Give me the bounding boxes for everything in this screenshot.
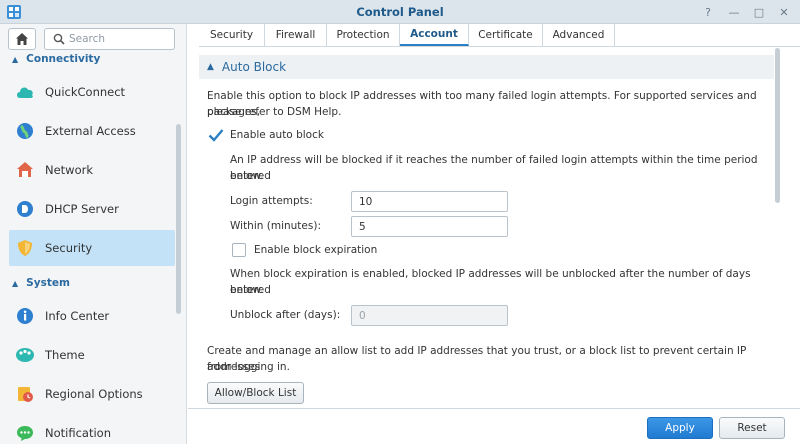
- sidebar-item-external-access[interactable]: External Access: [9, 113, 175, 149]
- info-icon: [15, 306, 35, 326]
- sidebar-item-quickconnect[interactable]: QuickConnect: [9, 74, 175, 110]
- threshold-note: below.: [230, 170, 264, 182]
- tab-protection[interactable]: Protection: [327, 24, 400, 46]
- title-bar: Control Panel ? — □ ✕: [0, 0, 800, 24]
- sidebar-item-network[interactable]: Network: [9, 152, 175, 188]
- chat-bubble-icon: [15, 423, 35, 443]
- sidebar-item-security[interactable]: Security: [9, 230, 175, 266]
- close-button[interactable]: ✕: [776, 4, 792, 20]
- sidebar-item-theme[interactable]: Theme: [9, 337, 175, 373]
- cloud-icon: [15, 82, 35, 102]
- tab-firewall[interactable]: Firewall: [265, 24, 327, 46]
- auto-block-panel: ▲ Auto Block Enable this option to block…: [199, 48, 774, 408]
- maximize-button[interactable]: □: [751, 4, 767, 20]
- sidebar-item-info-center[interactable]: Info Center: [9, 298, 175, 334]
- expiration-note: When block expiration is enabled, blocke…: [230, 268, 751, 296]
- unblock-after-label: Unblock after (days):: [230, 309, 341, 321]
- reset-button[interactable]: Reset: [719, 417, 785, 439]
- tab-certificate[interactable]: Certificate: [469, 24, 543, 46]
- apply-button[interactable]: Apply: [647, 417, 713, 439]
- allow-block-note: from logging in.: [207, 361, 290, 373]
- window-title: Control Panel: [356, 5, 444, 19]
- tab-advanced[interactable]: Advanced: [543, 24, 615, 46]
- shield-icon: [15, 238, 35, 258]
- section-title: Auto Block: [221, 60, 287, 74]
- within-minutes-input[interactable]: [351, 216, 508, 237]
- chevron-up-icon: ▲: [12, 54, 19, 64]
- sidebar-item-label: QuickConnect: [45, 85, 126, 99]
- enable-auto-block-checkbox[interactable]: [208, 128, 224, 142]
- sidebar-item-label: DHCP Server: [45, 202, 119, 216]
- chevron-up-icon: ▲: [12, 278, 19, 288]
- sidebar-item-notification[interactable]: Notification: [9, 415, 175, 444]
- regional-clock-icon: [15, 384, 35, 404]
- footer-bar: Apply Reset: [188, 408, 800, 444]
- globe-icon: [15, 121, 35, 141]
- login-attempts-input[interactable]: [351, 191, 508, 212]
- home-button[interactable]: [8, 28, 36, 50]
- sidebar-scrollbar[interactable]: [176, 124, 181, 314]
- unblock-after-input[interactable]: [351, 305, 508, 326]
- tab-security[interactable]: Security: [199, 24, 265, 46]
- threshold-note: An IP address will be blocked if it reac…: [230, 154, 758, 182]
- sidebar-item-regional-options[interactable]: Regional Options: [9, 376, 175, 412]
- tab-account[interactable]: Account: [400, 24, 469, 46]
- sidebar-item-label: Notification: [45, 426, 111, 440]
- group-label: Connectivity: [26, 53, 101, 65]
- allow-block-note: Create and manage an allow list to add I…: [207, 345, 747, 373]
- sidebar-item-label: Network: [45, 163, 94, 177]
- group-header-connectivity[interactable]: ▲ Connectivity: [0, 50, 175, 68]
- enable-auto-block-label: Enable auto block: [230, 129, 324, 141]
- dhcp-icon: [15, 199, 35, 219]
- content-scrollbar[interactable]: [774, 48, 800, 408]
- expiration-note: below.: [230, 284, 264, 296]
- login-attempts-label: Login attempts:: [230, 195, 313, 207]
- home-icon: [16, 33, 28, 45]
- sidebar-item-label: Info Center: [45, 309, 110, 323]
- checkmark-icon: [208, 129, 224, 142]
- sidebar: ▲ Connectivity QuickConnect External Acc…: [0, 24, 187, 444]
- search-icon: [53, 33, 65, 45]
- search-input[interactable]: [69, 31, 169, 47]
- group-label: System: [26, 277, 70, 289]
- sidebar-item-label: Theme: [45, 348, 85, 362]
- scrollbar-thumb[interactable]: [775, 48, 780, 203]
- search-box[interactable]: [44, 28, 175, 50]
- chevron-up-icon: ▲: [207, 62, 214, 72]
- within-minutes-label: Within (minutes):: [230, 220, 321, 232]
- palette-icon: [15, 345, 35, 365]
- minimize-button[interactable]: —: [726, 4, 742, 20]
- sidebar-item-label: External Access: [45, 124, 136, 138]
- house-network-icon: [15, 160, 35, 180]
- tab-bar: Security Firewall Protection Account Cer…: [199, 24, 800, 47]
- allow-block-list-button[interactable]: Allow/Block List: [207, 382, 304, 404]
- enable-block-expiration-label: Enable block expiration: [254, 244, 378, 256]
- section-header-auto-block[interactable]: ▲ Auto Block: [199, 55, 774, 79]
- sidebar-item-label: Regional Options: [45, 387, 143, 401]
- enable-block-expiration-checkbox[interactable]: [232, 243, 246, 257]
- auto-block-description: please refer to DSM Help.: [207, 106, 342, 118]
- sidebar-item-label: Security: [45, 241, 93, 255]
- group-header-system[interactable]: ▲ System: [0, 274, 175, 292]
- sidebar-item-dhcp-server[interactable]: DHCP Server: [9, 191, 175, 227]
- help-button[interactable]: ?: [700, 4, 716, 20]
